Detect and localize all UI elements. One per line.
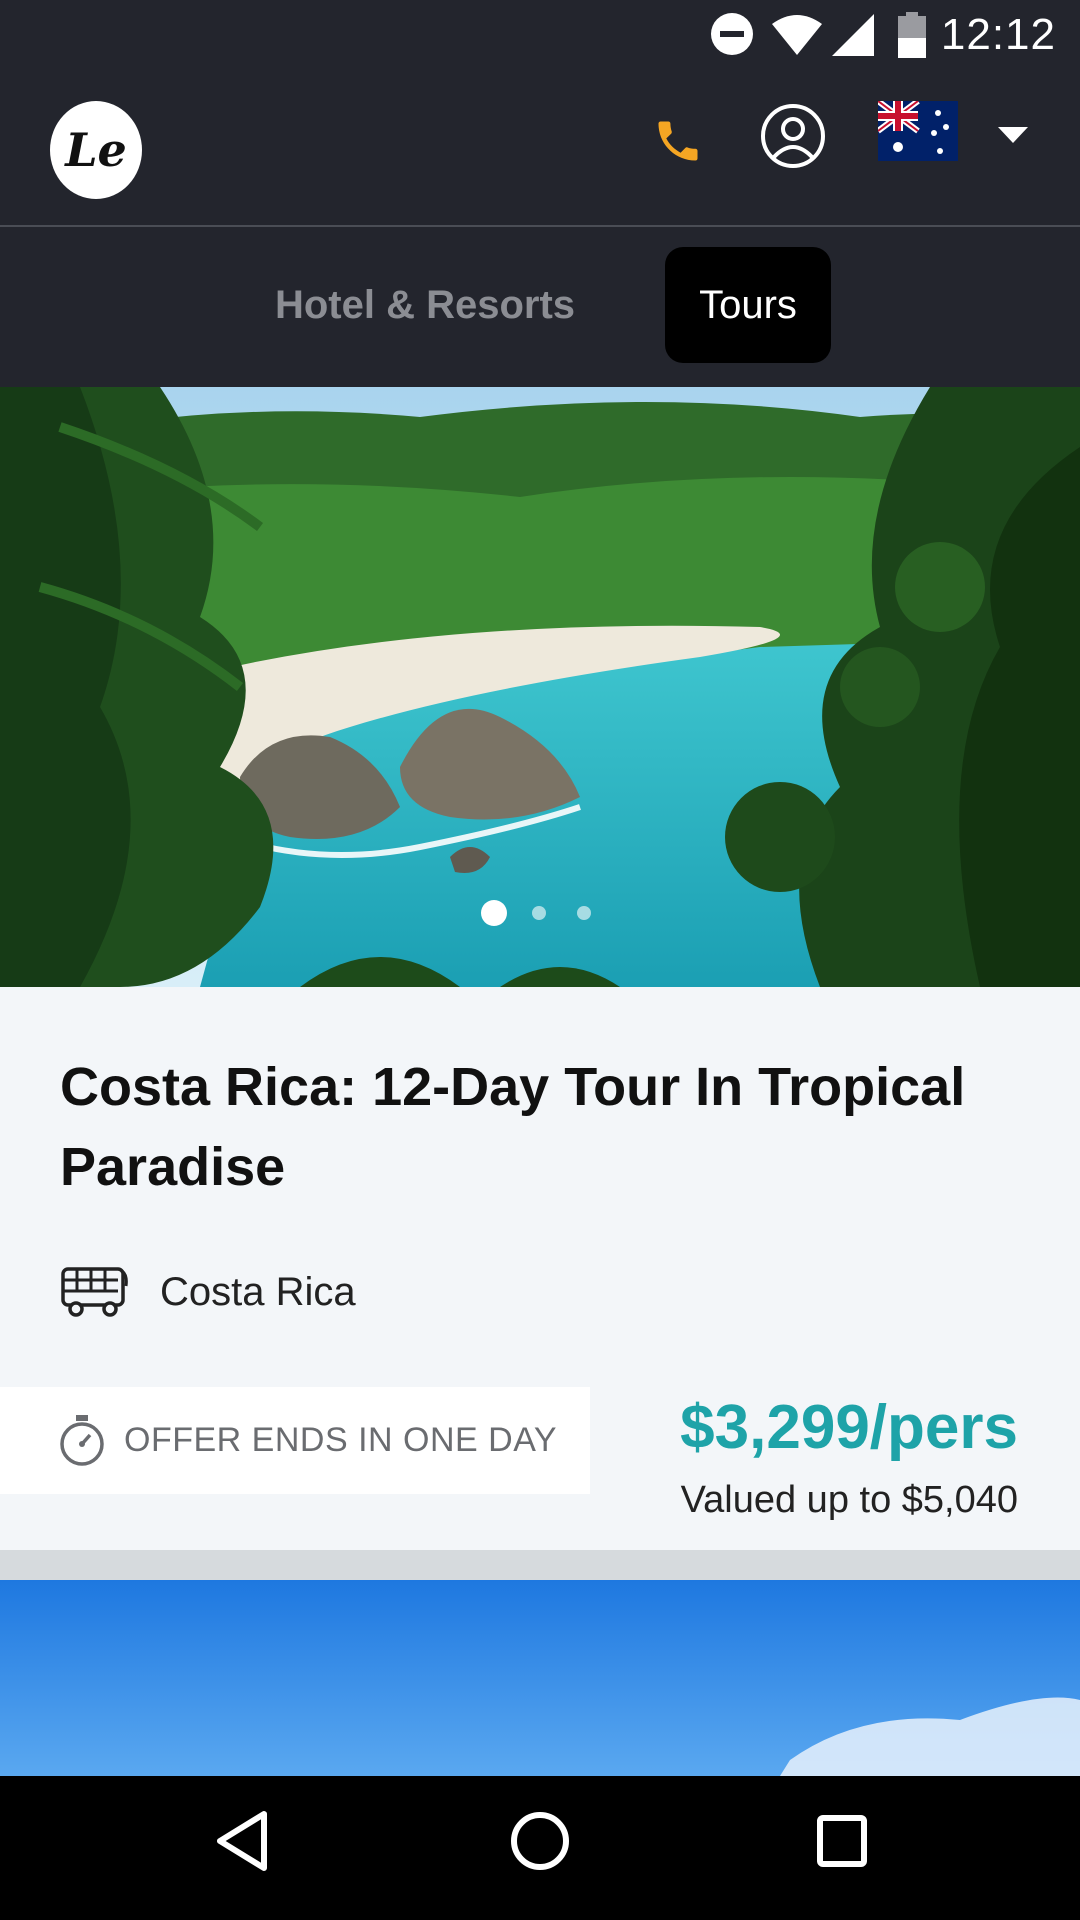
location-label: Costa Rica: [160, 1269, 356, 1314]
carousel-dot-active: [481, 900, 507, 926]
app-header: Le: [0, 73, 1080, 227]
sky-photo: [0, 1580, 1080, 1776]
carousel-indicator[interactable]: [478, 897, 598, 929]
status-time: 12:12: [940, 10, 1056, 59]
app-screen: 12:12 Le Hotel & Resorts Tours Costa Ric…: [0, 0, 1080, 1920]
do-not-disturb-icon: [711, 13, 753, 55]
bus-icon: [61, 1267, 128, 1317]
valued-price: Valued up to $5,040: [680, 1479, 1018, 1521]
location-row: Costa Rica: [60, 1262, 356, 1322]
phone-icon[interactable]: [652, 115, 704, 167]
carousel-dot: [577, 906, 591, 920]
offer-countdown: OFFER ENDS IN ONE DAY: [0, 1387, 590, 1494]
australia-flag-icon[interactable]: [878, 101, 958, 161]
tab-hotel-resorts[interactable]: Hotel & Resorts: [260, 247, 590, 363]
dropdown-arrow-icon[interactable]: [998, 127, 1028, 143]
carousel-dot: [532, 906, 546, 920]
offer-text: OFFER ENDS IN ONE DAY: [124, 1421, 558, 1459]
home-icon[interactable]: [508, 1806, 572, 1876]
status-bar: 12:12: [0, 0, 1080, 73]
tour-price: $3,299/pers: [680, 1393, 1018, 1462]
hero-image-carousel[interactable]: [0, 387, 1080, 987]
signal-icon: [832, 14, 874, 56]
tab-tours[interactable]: Tours: [665, 247, 831, 363]
battery-icon: [898, 12, 926, 58]
system-navigation-bar: [0, 1776, 1080, 1920]
wifi-icon: [772, 15, 822, 55]
category-tabs: Hotel & Resorts Tours: [0, 229, 1080, 387]
tour-title[interactable]: Costa Rica: 12-Day Tour In Tropical Para…: [60, 1047, 1020, 1207]
back-icon[interactable]: [212, 1806, 272, 1876]
stopwatch-icon: [60, 1414, 104, 1466]
tour-card[interactable]: Costa Rica: 12-Day Tour In Tropical Para…: [0, 987, 1080, 1550]
recents-icon[interactable]: [812, 1806, 872, 1876]
card-separator: [0, 1550, 1080, 1580]
next-tour-image[interactable]: [0, 1580, 1080, 1776]
brand-logo[interactable]: Le: [50, 101, 142, 199]
user-account-icon[interactable]: [760, 103, 826, 169]
